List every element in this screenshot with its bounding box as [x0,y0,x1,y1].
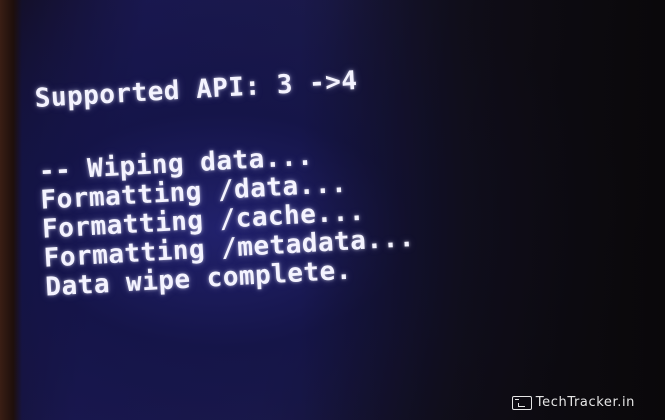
watermark: TechTracker.in [511,395,635,410]
monitor-bezel [0,0,22,420]
monitor-icon [511,395,532,410]
watermark-text: TechTracker.in [535,395,635,410]
recovery-screen-photo: Supported API: 3 ->4 -- Wiping data... F… [0,0,665,420]
recovery-console-output: Supported API: 3 ->4 -- Wiping data... F… [34,55,565,303]
supported-api-line: Supported API: 3 ->4 [34,65,359,114]
